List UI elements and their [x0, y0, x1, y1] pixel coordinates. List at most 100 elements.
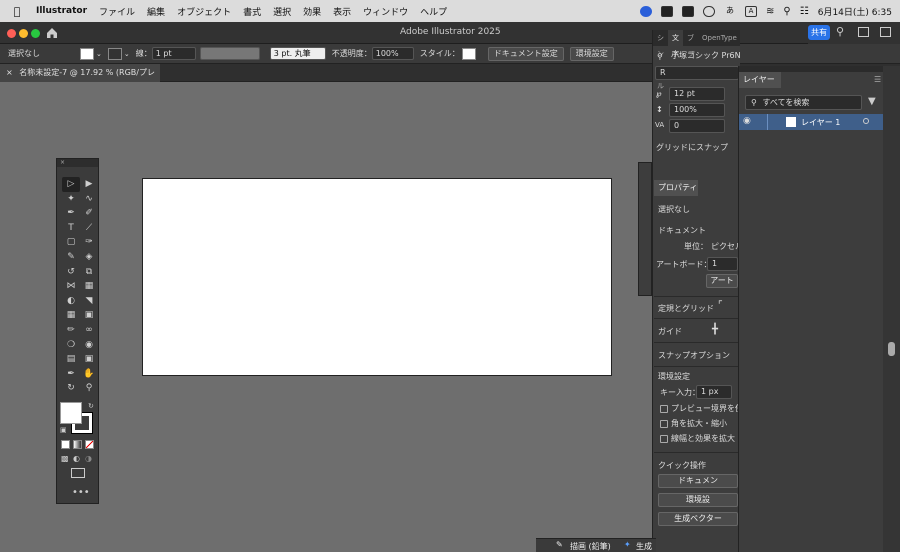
width-tool-icon[interactable]: ⋈	[62, 279, 80, 294]
paintbrush-tool-icon[interactable]: ✑	[80, 235, 98, 250]
stroke-swatch[interactable]	[107, 47, 122, 60]
document-setup-button[interactable]: ドキュメント設定	[487, 46, 564, 61]
scale-corners-checkbox[interactable]: 角を拡大・縮小	[660, 418, 727, 429]
graphic-style-swatch[interactable]	[461, 47, 476, 60]
fill-swatch[interactable]	[80, 47, 94, 60]
menu-file[interactable]: ファイル	[99, 5, 135, 18]
artboard-button[interactable]: アート	[706, 274, 738, 288]
selection-tool-icon[interactable]: ▷	[62, 177, 80, 192]
none-mode-icon[interactable]	[85, 440, 94, 449]
collapsed-panel[interactable]	[638, 162, 652, 296]
brush-definition[interactable]: 3 pt. 丸筆	[269, 47, 326, 60]
menu-help[interactable]: ヘルプ	[420, 5, 447, 18]
control-center-icon[interactable]: ☷	[800, 6, 809, 17]
draw-inside-icon[interactable]: ◑	[85, 454, 92, 463]
generate-button[interactable]: 生成	[636, 541, 652, 552]
properties-tab[interactable]: プロパティ	[654, 180, 698, 196]
tab-character[interactable]: 文字	[668, 30, 683, 58]
opacity-field[interactable]: 100%	[371, 47, 414, 60]
draw-mode-button[interactable]: 描画 (鉛筆)	[570, 541, 611, 552]
font-size-field[interactable]: 12 pt	[669, 87, 725, 101]
symbol-sprayer-tool-icon[interactable]: ❍	[62, 338, 80, 353]
menu-select[interactable]: 選択	[273, 5, 291, 18]
document-tab[interactable]: × 名称未設定-7 @ 17.92 % (RGB/プレビュー)	[0, 64, 160, 95]
variable-width-profile[interactable]	[199, 47, 260, 60]
tab-brushes[interactable]: ブラシ	[683, 30, 698, 74]
spotlight-search-icon[interactable]: ⚲	[783, 6, 790, 17]
input-mode-icon[interactable]: A	[745, 5, 758, 17]
keyboard-increment-field[interactable]: 1 px	[696, 385, 732, 399]
eyedropper-tool-icon[interactable]: ✏	[62, 323, 80, 338]
share-button[interactable]: 共有	[808, 25, 830, 40]
vertical-scale-field[interactable]: 100%	[669, 103, 725, 117]
eraser-tool-icon[interactable]: ◈	[80, 250, 98, 265]
menu-view[interactable]: 表示	[333, 5, 351, 18]
layer-row[interactable]: ◉ レイヤー 1	[739, 114, 884, 130]
rotate-tool-icon[interactable]: ↺	[62, 265, 80, 280]
line-segment-tool-icon[interactable]: ⟋	[80, 221, 98, 236]
menu-effect[interactable]: 効果	[303, 5, 321, 18]
document-setup-quick-button[interactable]: ドキュメン	[658, 474, 738, 488]
target-icon[interactable]	[863, 118, 869, 124]
panels-icon[interactable]	[880, 27, 891, 37]
tab-opentype[interactable]: OpenType	[698, 30, 741, 46]
zoom-tool-icon[interactable]: ⚲	[80, 381, 98, 396]
link-icon[interactable]	[703, 5, 716, 17]
color-mode-icon[interactable]	[61, 440, 70, 449]
stroke-weight-field[interactable]: 1 pt	[151, 47, 196, 60]
font-style-field[interactable]: R	[655, 66, 739, 80]
arrange-documents-icon[interactable]	[858, 27, 869, 37]
perspective-grid-tool-icon[interactable]: ◥	[80, 294, 98, 309]
shape-builder-tool-icon[interactable]: ◐	[62, 294, 80, 309]
close-window-button[interactable]	[7, 29, 16, 38]
menu-type[interactable]: 書式	[243, 5, 261, 18]
lasso-tool-icon[interactable]: ∿	[80, 192, 98, 207]
swap-fill-stroke-icon[interactable]: ↻	[88, 402, 94, 410]
menu-edit[interactable]: 編集	[147, 5, 165, 18]
search-icon[interactable]: ⚲	[836, 25, 844, 38]
clock[interactable]: 6月14日(土) 6:35	[818, 5, 892, 18]
home-icon[interactable]	[46, 27, 58, 39]
creative-cloud-icon[interactable]	[640, 5, 653, 17]
generate-vector-button[interactable]: 生成ベクター	[658, 512, 738, 526]
rotate-view-tool-icon[interactable]: ↻	[62, 381, 80, 396]
magic-wand-tool-icon[interactable]: ✦	[62, 192, 80, 207]
scale-strokes-checkbox[interactable]: 線幅と効果を拡大・	[660, 433, 743, 444]
column-graph-tool-icon[interactable]: ▤	[62, 352, 80, 367]
app-menu[interactable]: Illustrator	[36, 6, 87, 16]
fill-color-box[interactable]	[60, 402, 82, 424]
shaper-tool-icon[interactable]: ✎	[62, 250, 80, 265]
slice-tool-icon[interactable]: ✒	[62, 367, 80, 382]
mesh-tool-icon[interactable]: ▦	[62, 308, 80, 323]
screen-mode-icon[interactable]	[71, 468, 85, 478]
layers-search-input[interactable]: ⚲ すべてを検索	[745, 95, 862, 110]
artboard-tool-icon[interactable]: ▣	[80, 352, 98, 367]
pen-tool-icon[interactable]: ✒	[62, 206, 80, 221]
filter-icon[interactable]: ▼	[868, 96, 876, 107]
line-icon[interactable]	[661, 5, 674, 17]
eye-icon[interactable]: ◉	[743, 116, 751, 126]
curvature-tool-icon[interactable]: ✐	[80, 206, 98, 221]
font-family-field[interactable]: 小塚ゴシック Pr6N	[667, 50, 807, 64]
close-icon[interactable]: ×	[6, 68, 13, 77]
default-colors-icon[interactable]: ▣	[60, 426, 67, 434]
gradient-mode-icon[interactable]	[73, 440, 82, 449]
artboard[interactable]	[142, 178, 612, 376]
scale-tool-icon[interactable]: ⧉	[80, 265, 98, 280]
menu-object[interactable]: オブジェクト	[177, 5, 231, 18]
preview-bounds-checkbox[interactable]: プレビュー境界を使	[660, 403, 743, 414]
hand-tool-icon[interactable]: ✋	[80, 367, 98, 382]
rectangle-tool-icon[interactable]: ▢	[62, 235, 80, 250]
artboard-field[interactable]: 1	[707, 257, 738, 271]
free-transform-tool-icon[interactable]: ▦	[80, 279, 98, 294]
panel-menu-icon[interactable]: ☰	[874, 75, 881, 84]
wifi-icon[interactable]: ≋	[766, 6, 774, 17]
ai-status-icon[interactable]	[682, 5, 695, 17]
ja-input-icon[interactable]: あ	[724, 6, 736, 17]
draw-normal-icon[interactable]: ▩	[61, 454, 69, 463]
minimize-window-button[interactable]	[19, 29, 28, 38]
preferences-quick-button[interactable]: 環境設	[658, 493, 738, 507]
menu-window[interactable]: ウィンドウ	[363, 5, 408, 18]
type-tool-icon[interactable]: T	[62, 221, 80, 236]
layer-name[interactable]: レイヤー 1	[801, 117, 840, 128]
